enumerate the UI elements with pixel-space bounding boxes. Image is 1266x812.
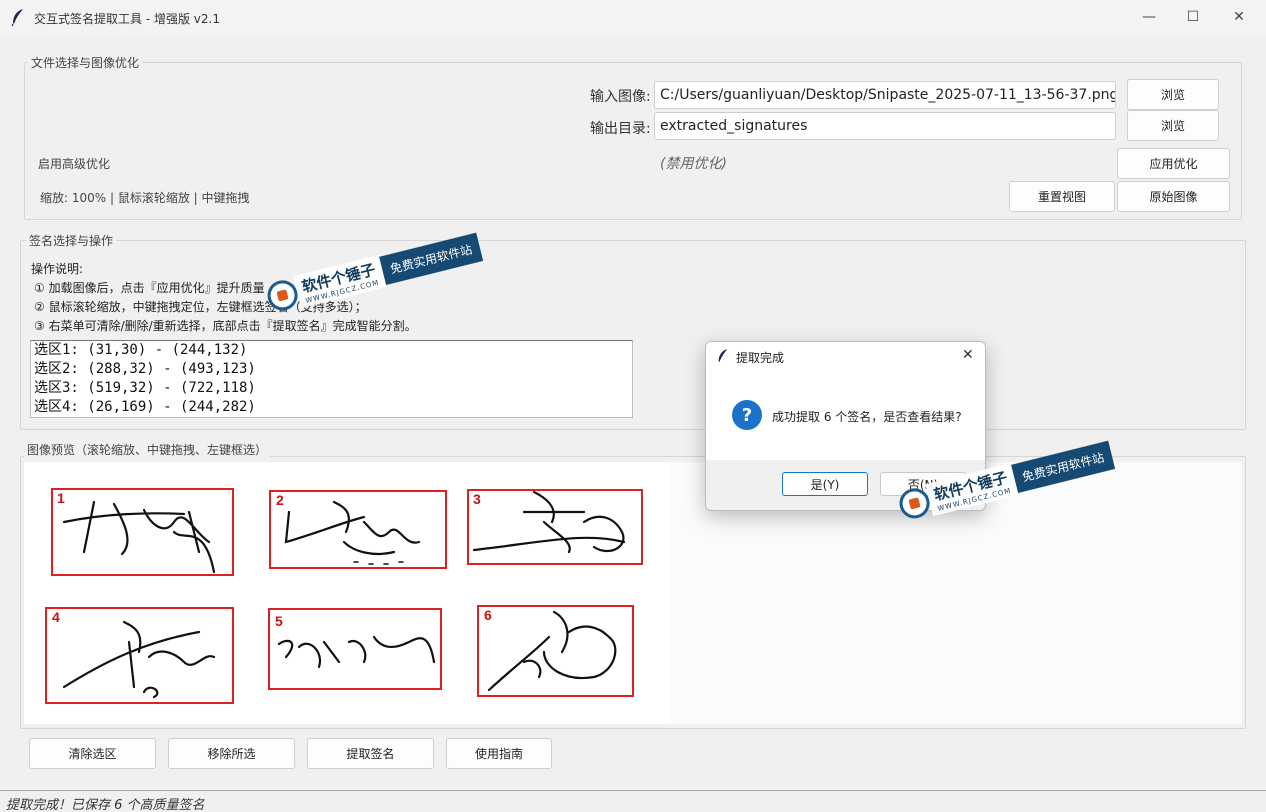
- selection-box-3[interactable]: [467, 489, 643, 565]
- feather-icon: [718, 349, 728, 363]
- box-number-6: 6: [484, 607, 492, 623]
- status-text: 提取完成！已保存 6 个高质量签名: [6, 798, 205, 812]
- box-number-4: 4: [52, 609, 60, 625]
- preview-section-title: 图像预览（滚轮缩放、中键拖拽、左键框选）: [24, 441, 271, 458]
- output-dir-label: 输出目录:: [590, 121, 651, 137]
- advanced-optimize-label[interactable]: 启用高级优化: [38, 155, 110, 172]
- dialog-message: 成功提取 6 个签名，是否查看结果?: [772, 410, 962, 424]
- dialog-close-icon[interactable]: ✕: [962, 347, 974, 363]
- extract-signatures-button[interactable]: 提取签名: [307, 738, 434, 769]
- selection-box-1[interactable]: [51, 488, 234, 576]
- remove-selected-button[interactable]: 移除所选: [168, 738, 295, 769]
- list-item[interactable]: 选区3: (519,32) - (722,118): [34, 379, 629, 398]
- original-image-button[interactable]: 原始图像: [1117, 181, 1230, 212]
- input-image-label: 输入图像:: [590, 89, 651, 105]
- feather-icon: [11, 9, 23, 26]
- selection-box-2[interactable]: [269, 490, 447, 569]
- box-number-1: 1: [57, 490, 65, 506]
- instruction-line-2: ② 鼠标滚轮缩放，中键拖拽定位，左键框选签名（支持多选）；: [34, 300, 367, 314]
- box-number-3: 3: [473, 491, 481, 507]
- list-item[interactable]: 选区1: (31,30) - (244,132): [34, 341, 629, 360]
- dialog-title: 提取完成: [736, 351, 785, 365]
- selection-section-title: 签名选择与操作: [26, 232, 117, 249]
- list-item[interactable]: 选区4: (26,169) - (244,282): [34, 398, 629, 417]
- close-window-button[interactable]: ✕: [1216, 0, 1262, 34]
- clear-selection-button[interactable]: 清除选区: [29, 738, 156, 769]
- input-image-field[interactable]: C:/Users/guanliyuan/Desktop/Snipaste_202…: [654, 81, 1116, 109]
- question-icon: ?: [732, 400, 762, 430]
- browse-output-button[interactable]: 浏览: [1127, 110, 1219, 141]
- selection-box-6[interactable]: [477, 605, 634, 697]
- output-dir-field[interactable]: extracted_signatures: [654, 112, 1116, 140]
- reset-view-button[interactable]: 重置视图: [1009, 181, 1115, 212]
- box-number-2: 2: [276, 492, 284, 508]
- box-number-5: 5: [275, 613, 283, 629]
- status-bar: 提取完成！已保存 6 个高质量签名: [0, 790, 1266, 812]
- list-item[interactable]: 选区2: (288,32) - (493,123): [34, 360, 629, 379]
- selection-box-5[interactable]: [268, 608, 442, 690]
- minimize-button[interactable]: —: [1126, 0, 1172, 34]
- zoom-info: 缩放: 100% | 鼠标滚轮缩放 | 中键拖拽: [40, 191, 250, 205]
- user-guide-button[interactable]: 使用指南: [446, 738, 552, 769]
- selection-list[interactable]: 选区1: (31,30) - (244,132) 选区2: (288,32) -…: [30, 340, 633, 418]
- window-title: 交互式签名提取工具 - 增强版 v2.1: [34, 12, 220, 26]
- browse-input-button[interactable]: 浏览: [1127, 79, 1219, 110]
- yes-button[interactable]: 是(Y): [782, 472, 868, 496]
- selection-box-4[interactable]: [45, 607, 234, 704]
- instruction-line-3: ③ 右菜单可清除/删除/重新选择，底部点击『提取签名』完成智能分割。: [34, 319, 417, 333]
- title-bar: 交互式签名提取工具 - 增强版 v2.1 — ☐ ✕: [0, 0, 1266, 36]
- file-section-title: 文件选择与图像优化: [28, 54, 143, 71]
- dialog-header: 提取完成 ✕: [706, 342, 985, 370]
- maximize-button[interactable]: ☐: [1170, 0, 1216, 34]
- optimize-disabled-note: (禁用优化): [660, 156, 727, 172]
- apply-optimize-button[interactable]: 应用优化: [1117, 148, 1230, 179]
- signature-image[interactable]: 1 2 3 4 5 6: [24, 462, 670, 724]
